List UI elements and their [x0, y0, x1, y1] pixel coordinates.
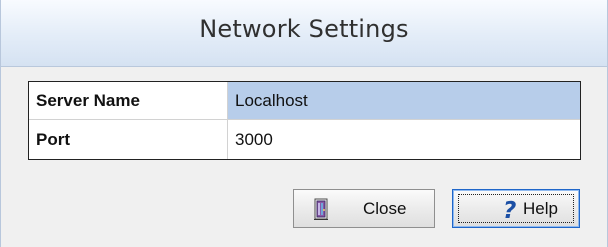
close-button[interactable]: Close — [293, 189, 435, 228]
table-row-port[interactable]: Port 3000 — [29, 120, 580, 159]
svg-text:?: ? — [503, 198, 516, 221]
help-button[interactable]: ? Help — [452, 189, 580, 228]
port-value[interactable]: 3000 — [228, 120, 580, 159]
network-settings-dialog: Network Settings Server Name Localhost P… — [0, 0, 608, 247]
exit-door-icon — [314, 198, 328, 220]
server-name-value[interactable]: Localhost — [228, 82, 580, 119]
close-button-label: Close — [363, 199, 407, 218]
table-row-server-name[interactable]: Server Name Localhost — [29, 82, 580, 120]
dialog-title: Network Settings — [199, 15, 409, 43]
help-button-label: Help — [523, 199, 558, 218]
server-name-label: Server Name — [29, 82, 228, 119]
port-label: Port — [29, 120, 228, 159]
settings-table: Server Name Localhost Port 3000 — [28, 81, 581, 160]
question-mark-icon: ? — [503, 198, 516, 221]
dialog-titlebar: Network Settings — [1, 0, 607, 67]
